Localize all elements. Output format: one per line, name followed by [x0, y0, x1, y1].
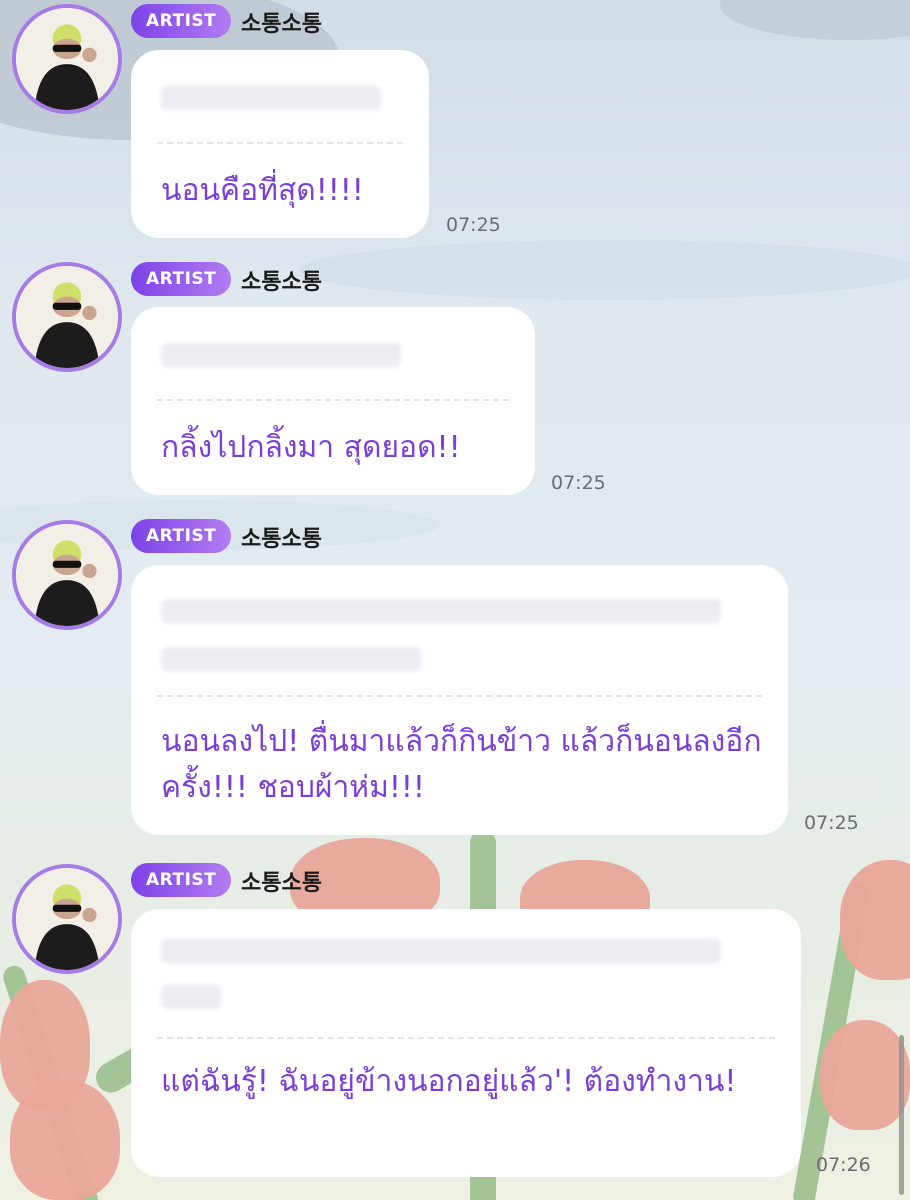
bg-tulip: [820, 1020, 910, 1130]
original-text-blurred: [161, 307, 505, 395]
message-timestamp: 07:25: [804, 812, 859, 834]
artist-avatar-icon[interactable]: [12, 262, 122, 372]
sender-name: 소통소통: [241, 270, 322, 295]
message-timestamp: 07:25: [446, 214, 501, 236]
artist-avatar-icon[interactable]: [12, 864, 122, 974]
message-bubble[interactable]: กลิ้งไปกลิ้งมา สุดยอด!!: [131, 307, 535, 495]
original-text-blurred: [161, 909, 771, 1039]
message-timestamp: 07:26: [816, 1154, 871, 1176]
original-text-blurred: [161, 50, 399, 138]
sender-name: 소통소통: [241, 527, 322, 552]
message-bubble[interactable]: นอนคือที่สุด!!!!: [131, 50, 429, 238]
message-timestamp: 07:25: [551, 472, 606, 494]
translated-text: นอนลงไป! ตื่นมาแล้วก็กินข้าว แล้วก็นอนลง…: [161, 724, 762, 805]
message-bubble[interactable]: แต่ฉันรู้! ฉันอยู่ข้างนอกอยู่แล้ว'! ต้อง…: [131, 909, 801, 1177]
translation-divider: [157, 695, 762, 697]
bg-tulip: [840, 860, 910, 980]
translation-divider: [157, 1037, 775, 1039]
translated-text: แต่ฉันรู้! ฉันอยู่ข้างนอกอยู่แล้ว'! ต้อง…: [161, 1064, 737, 1099]
bg-tulip: [10, 1080, 120, 1200]
artist-badge: ARTIST: [131, 519, 232, 553]
artist-badge: ARTIST: [131, 4, 232, 38]
artist-avatar-icon[interactable]: [12, 520, 122, 630]
translated-text: กลิ้งไปกลิ้งมา สุดยอด!!: [161, 430, 461, 465]
message-bubble[interactable]: นอนลงไป! ตื่นมาแล้วก็กินข้าว แล้วก็นอนลง…: [131, 565, 788, 835]
sender-name: 소통소통: [241, 871, 322, 896]
translation-divider: [157, 142, 403, 144]
artist-badge: ARTIST: [131, 863, 232, 897]
bg-paint-stroke: [720, 0, 910, 40]
translated-text: นอนคือที่สุด!!!!: [161, 173, 364, 208]
artist-badge: ARTIST: [131, 262, 232, 296]
artist-avatar-icon[interactable]: [12, 4, 122, 114]
translation-divider: [157, 399, 509, 401]
scrollbar[interactable]: [899, 1035, 904, 1195]
sender-name: 소통소통: [241, 12, 322, 37]
original-text-blurred: [161, 565, 758, 695]
bg-paint-stroke: [300, 240, 910, 300]
